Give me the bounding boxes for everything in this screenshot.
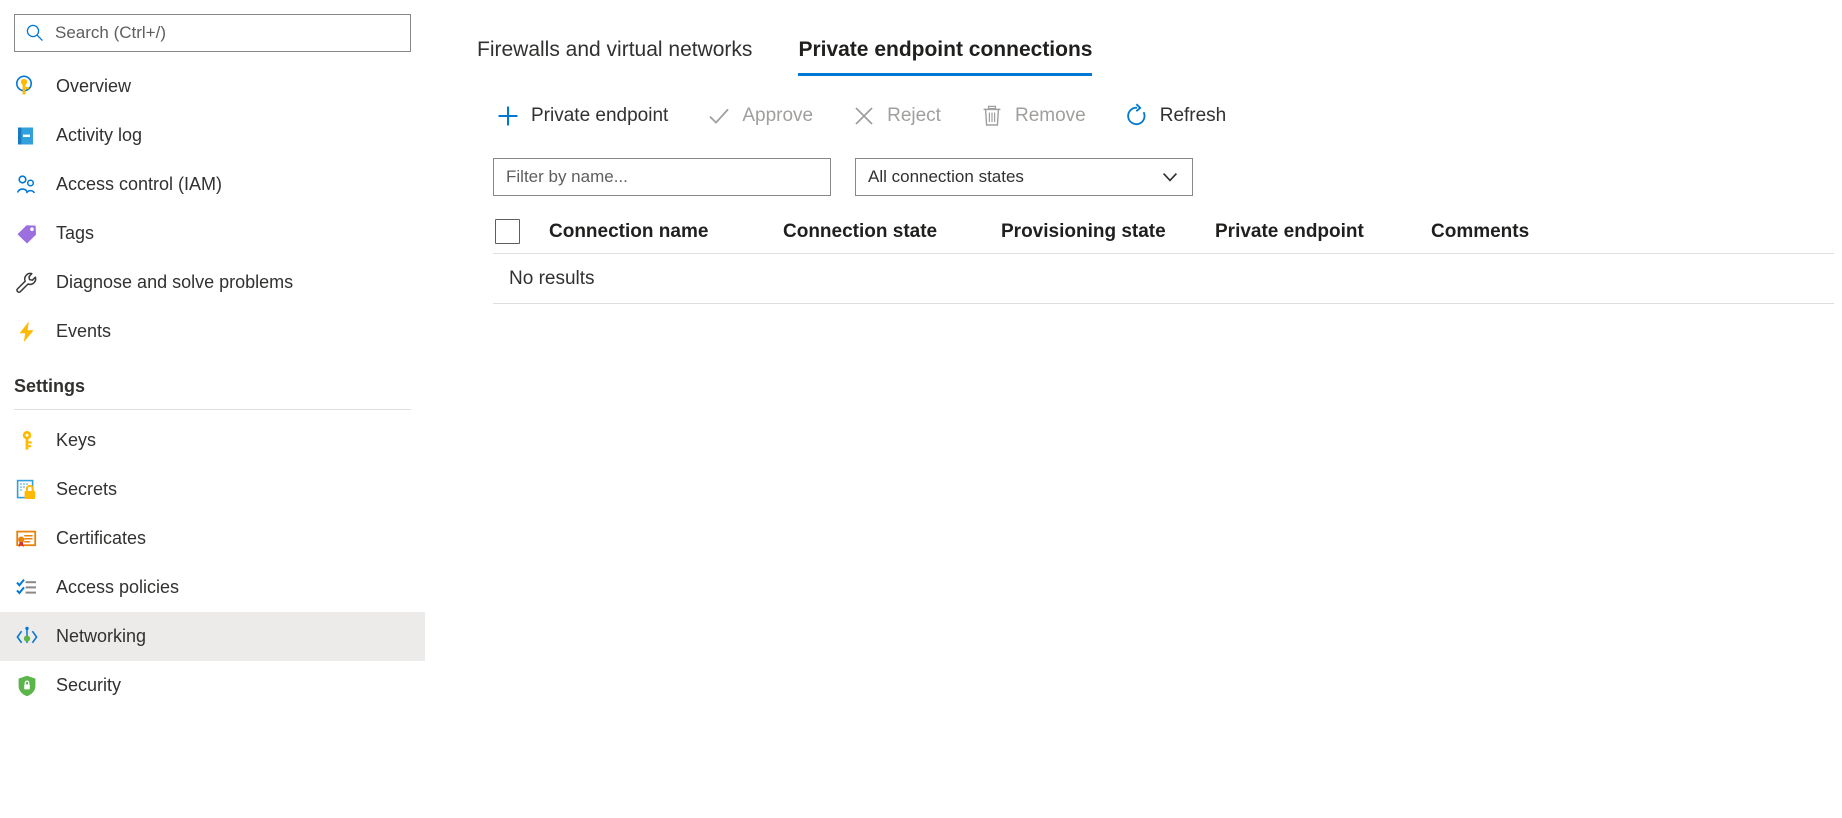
sidebar-item-certificates[interactable]: Certificates <box>0 514 425 563</box>
tag-icon <box>14 221 40 247</box>
command-label: Private endpoint <box>531 105 668 127</box>
tab-label: Firewalls and virtual networks <box>477 38 752 61</box>
wrench-icon <box>14 270 40 296</box>
trash-icon <box>979 103 1005 129</box>
key-overview-icon <box>14 74 40 100</box>
collapse-menu-button[interactable]: « <box>418 20 425 48</box>
activity-log-icon <box>14 123 40 149</box>
chevron-down-icon <box>1160 167 1180 187</box>
command-label: Refresh <box>1160 105 1227 127</box>
command-label: Remove <box>1015 105 1086 127</box>
azure-portal-blade: « Overview <box>0 0 1842 818</box>
sidebar-item-diagnose-and-solve-problems[interactable]: Diagnose and solve problems <box>0 258 425 307</box>
x-icon <box>851 103 877 129</box>
sidebar-item-secrets[interactable]: Secrets <box>0 465 425 514</box>
table-empty-row: No results <box>493 254 1834 304</box>
sidebar-item-label: Keys <box>56 430 96 451</box>
certificate-icon <box>14 526 40 552</box>
search-input[interactable] <box>53 22 400 44</box>
sidebar-item-label: Diagnose and solve problems <box>56 272 293 293</box>
sidebar-item-label: Activity log <box>56 125 142 146</box>
sidebar-item-label: Secrets <box>56 479 117 500</box>
filter-bar: All connection states <box>477 158 1842 196</box>
select-all-cell <box>493 219 549 244</box>
filter-by-name-input[interactable] <box>493 158 831 196</box>
column-header-provisioning-state: Provisioning state <box>1001 221 1215 243</box>
sidebar-item-access-policies[interactable]: Access policies <box>0 563 425 612</box>
sidebar-group-divider <box>14 409 411 410</box>
networking-icon <box>14 624 40 650</box>
tab-bar: Firewalls and virtual networks Private e… <box>477 0 1842 76</box>
tab-firewalls-and-virtual-networks[interactable]: Firewalls and virtual networks <box>477 38 752 76</box>
sidebar-item-label: Access control (IAM) <box>56 174 222 195</box>
reject-button[interactable]: Reject <box>849 99 943 133</box>
tab-private-endpoint-connections[interactable]: Private endpoint connections <box>798 38 1092 76</box>
sidebar-item-label: Networking <box>56 626 146 647</box>
column-header-private-endpoint: Private endpoint <box>1215 221 1431 243</box>
command-bar: Private endpoint Approve Reject <box>477 88 1842 144</box>
sidebar-search[interactable] <box>14 14 411 52</box>
sidebar-item-label: Certificates <box>56 528 146 549</box>
tab-label: Private endpoint connections <box>798 38 1092 61</box>
command-label: Approve <box>742 105 813 127</box>
lightning-bolt-icon <box>14 319 40 345</box>
sidebar-item-activity-log[interactable]: Activity log <box>0 111 425 160</box>
column-header-connection-state: Connection state <box>783 221 1001 243</box>
sidebar-group-settings: Settings <box>0 356 425 410</box>
sidebar-item-label: Tags <box>56 223 94 244</box>
column-header-comments: Comments <box>1431 221 1834 243</box>
key-icon <box>14 428 40 454</box>
checklist-icon <box>14 575 40 601</box>
sidebar-item-events[interactable]: Events <box>0 307 425 356</box>
command-label: Reject <box>887 105 941 127</box>
plus-icon <box>495 103 521 129</box>
main-content: Firewalls and virtual networks Private e… <box>425 0 1842 818</box>
resource-menu-sidebar: « Overview <box>0 0 425 818</box>
sidebar-item-security[interactable]: Security <box>0 661 425 710</box>
shield-lock-icon <box>14 673 40 699</box>
sidebar-item-label: Events <box>56 321 111 342</box>
search-icon <box>25 23 45 43</box>
sidebar-nav-primary: Overview Activity log <box>0 62 425 356</box>
private-endpoint-connections-table: Connection name Connection state Provisi… <box>477 210 1842 304</box>
refresh-button[interactable]: Refresh <box>1122 99 1229 133</box>
sidebar-item-label: Security <box>56 675 121 696</box>
select-all-checkbox[interactable] <box>495 219 520 244</box>
check-icon <box>706 103 732 129</box>
secret-lock-icon <box>14 477 40 503</box>
access-control-icon <box>14 172 40 198</box>
sidebar-item-networking[interactable]: Networking <box>0 612 425 661</box>
private-endpoint-button[interactable]: Private endpoint <box>493 99 670 133</box>
no-results-message: No results <box>509 268 595 290</box>
sidebar-item-overview[interactable]: Overview <box>0 62 425 111</box>
remove-button[interactable]: Remove <box>977 99 1088 133</box>
sidebar-item-keys[interactable]: Keys <box>0 416 425 465</box>
connection-state-selected-value: All connection states <box>868 167 1024 187</box>
sidebar-group-title: Settings <box>14 376 411 397</box>
sidebar-nav-settings: Keys Secrets <box>0 416 425 710</box>
table-header-row: Connection name Connection state Provisi… <box>493 210 1834 254</box>
sidebar-item-tags[interactable]: Tags <box>0 209 425 258</box>
refresh-icon <box>1124 103 1150 129</box>
sidebar-item-label: Access policies <box>56 577 179 598</box>
sidebar-item-label: Overview <box>56 76 131 97</box>
sidebar-item-access-control[interactable]: Access control (IAM) <box>0 160 425 209</box>
approve-button[interactable]: Approve <box>704 99 815 133</box>
connection-state-select[interactable]: All connection states <box>855 158 1193 196</box>
column-header-connection-name: Connection name <box>549 221 783 243</box>
